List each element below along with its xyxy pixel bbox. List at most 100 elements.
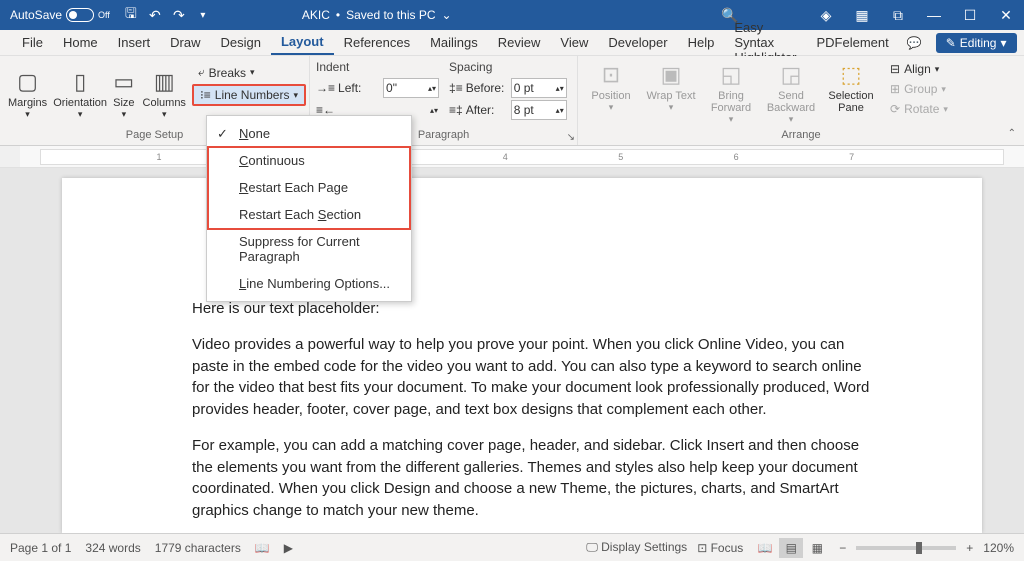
size-icon: ▭ [113,69,134,95]
orientation-icon: ▯ [74,69,86,95]
tabs-right: 💬 ✎ Editing ▾ ⇱ ⋯ [899,33,1024,53]
columns-icon: ▥ [154,69,175,95]
zoom-out-icon[interactable]: − [839,541,846,555]
group-icon: ⊞ [890,82,900,96]
tab-layout[interactable]: Layout [271,30,334,55]
zoom-slider[interactable] [856,546,956,550]
after-label: After: [466,103,508,117]
check-icon: ✓ [217,126,228,142]
redo-icon[interactable]: ↷ [170,6,188,24]
tab-home[interactable]: Home [53,31,108,54]
before-label: Before: [466,81,508,95]
tab-draw[interactable]: Draw [160,31,210,54]
dropdown-item-continuous[interactable]: Continuous [207,147,411,174]
titlebar: AutoSave Off 🖫 ↶ ↷ ▾ AKIC • Saved to thi… [0,0,1024,30]
focus-button[interactable]: ⊡ Focus [697,541,743,555]
tab-design[interactable]: Design [211,31,271,54]
line-numbers-dropdown: ✓ None Continuous Restart Each Page Rest… [206,115,412,302]
size-button[interactable]: ▭ Size ▾ [111,60,136,129]
breaks-button[interactable]: ⤶ Breaks ▾ [192,63,306,82]
indent-header: Indent [316,60,439,74]
document-page[interactable]: Here is our text placeholder: Video prov… [62,178,982,533]
editing-mode-button[interactable]: ✎ Editing ▾ [936,33,1017,53]
send-backward-icon: ◲ [781,62,802,88]
tab-developer[interactable]: Developer [598,31,677,54]
maximize-icon[interactable]: ☐ [952,0,988,30]
zoom-in-icon[interactable]: + [966,541,973,555]
position-button: ⊡ Position ▾ [584,60,638,115]
comments-icon[interactable]: 💬 [899,34,930,52]
save-icon[interactable]: 🖫 [122,6,140,24]
view-buttons: 📖 ▤ ▦ [753,538,829,558]
autosave-toggle[interactable]: AutoSave Off [10,8,110,22]
close-icon[interactable]: ✕ [988,0,1024,30]
columns-button[interactable]: ▥ Columns ▾ [141,60,188,129]
ruler[interactable]: 1 2 3 4 5 6 7 [0,146,1024,168]
zoom-value[interactable]: 120% [983,541,1014,555]
statusbar: Page 1 of 1 324 words 1779 characters 📖 … [0,533,1024,561]
spacing-after-input[interactable]: 8 pt▴▾ [511,100,567,120]
char-count[interactable]: 1779 characters [155,541,241,555]
chevron-down-icon: ⌄ [442,8,452,22]
chevron-down-icon: ▾ [1000,36,1006,50]
read-mode-icon[interactable]: 📖 [753,538,777,558]
dropdown-item-options[interactable]: Line Numbering Options... [207,270,411,297]
align-icon: ⊟ [890,62,900,76]
line-numbers-button[interactable]: ⁝≡ Line Numbers ▾ [192,84,306,106]
ruler-corner [0,146,20,167]
doc-name: AKIC [302,8,330,22]
word-count[interactable]: 324 words [85,541,140,555]
document-area: Here is our text placeholder: Video prov… [0,168,1024,533]
paragraph-2[interactable]: Video provides a powerful way to help yo… [192,334,882,421]
tab-help[interactable]: Help [678,31,725,54]
vertical-ruler[interactable] [0,168,20,533]
macros-icon[interactable]: ▶ [284,541,293,555]
dialog-launcher-icon[interactable]: ↘ [567,132,575,143]
page-indicator[interactable]: Page 1 of 1 [10,541,71,555]
selection-pane-icon: ⬚ [841,62,862,88]
quick-access-toolbar: 🖫 ↶ ↷ ▾ [122,6,212,24]
paragraph-3[interactable]: For example, you can add a matching cove… [192,435,882,522]
undo-icon[interactable]: ↶ [146,6,164,24]
diamond-icon[interactable]: ◈ [808,0,844,30]
tab-pdfelement[interactable]: PDFelement [807,31,899,54]
tab-review[interactable]: Review [488,31,551,54]
chevron-down-icon: ▾ [78,109,83,120]
slider-thumb[interactable] [916,542,922,554]
print-layout-icon[interactable]: ▤ [779,538,803,558]
autosave-label: AutoSave [10,8,62,22]
dropdown-item-none[interactable]: ✓ None [207,120,411,147]
line-numbers-icon: ⁝≡ [200,88,211,102]
tab-view[interactable]: View [550,31,598,54]
tab-references[interactable]: References [334,31,420,54]
selection-pane-button[interactable]: ⬚ Selection Pane [824,60,878,116]
tab-insert[interactable]: Insert [108,31,161,54]
dropdown-item-suppress[interactable]: Suppress for Current Paragraph [207,228,411,270]
qat-dropdown-icon[interactable]: ▾ [194,6,212,24]
spacing-after-icon: ≡‡ [449,103,463,117]
spacing-before-input[interactable]: 0 pt▴▾ [511,78,567,98]
bring-forward-icon: ◱ [721,62,742,88]
display-settings-button[interactable]: 🖵 Display Settings [586,540,687,555]
dropdown-item-restart-section[interactable]: Restart Each Section [207,201,411,228]
dropdown-item-restart-page[interactable]: Restart Each Page [207,174,411,201]
align-button[interactable]: ⊟Align▾ [884,60,954,78]
spelling-icon[interactable]: 📖 [255,541,270,555]
window-icon[interactable]: ⧉ [880,0,916,30]
ribbon-tabs: File Home Insert Draw Design Layout Refe… [0,30,1024,56]
web-layout-icon[interactable]: ▦ [805,538,829,558]
indent-left-input[interactable]: 0"▴▾ [383,78,439,98]
tab-file[interactable]: File [12,31,53,54]
document-title[interactable]: AKIC • Saved to this PC ⌄ [302,8,452,22]
margins-button[interactable]: ▢ Margins ▾ [6,60,49,129]
collapse-ribbon-icon[interactable]: ⌃ [1008,128,1016,139]
minimize-icon[interactable]: — [916,0,952,30]
horizontal-ruler[interactable]: 1 2 3 4 5 6 7 [40,149,1004,165]
bullet: • [336,8,340,22]
rotate-icon: ⟳ [890,102,900,116]
app-icon[interactable]: ▦ [844,0,880,30]
spacing-before-icon: ‡≡ [449,81,463,95]
bring-forward-button: ◱ Bring Forward ▾ [704,60,758,127]
orientation-button[interactable]: ▯ Orientation ▾ [53,60,107,129]
tab-mailings[interactable]: Mailings [420,31,488,54]
